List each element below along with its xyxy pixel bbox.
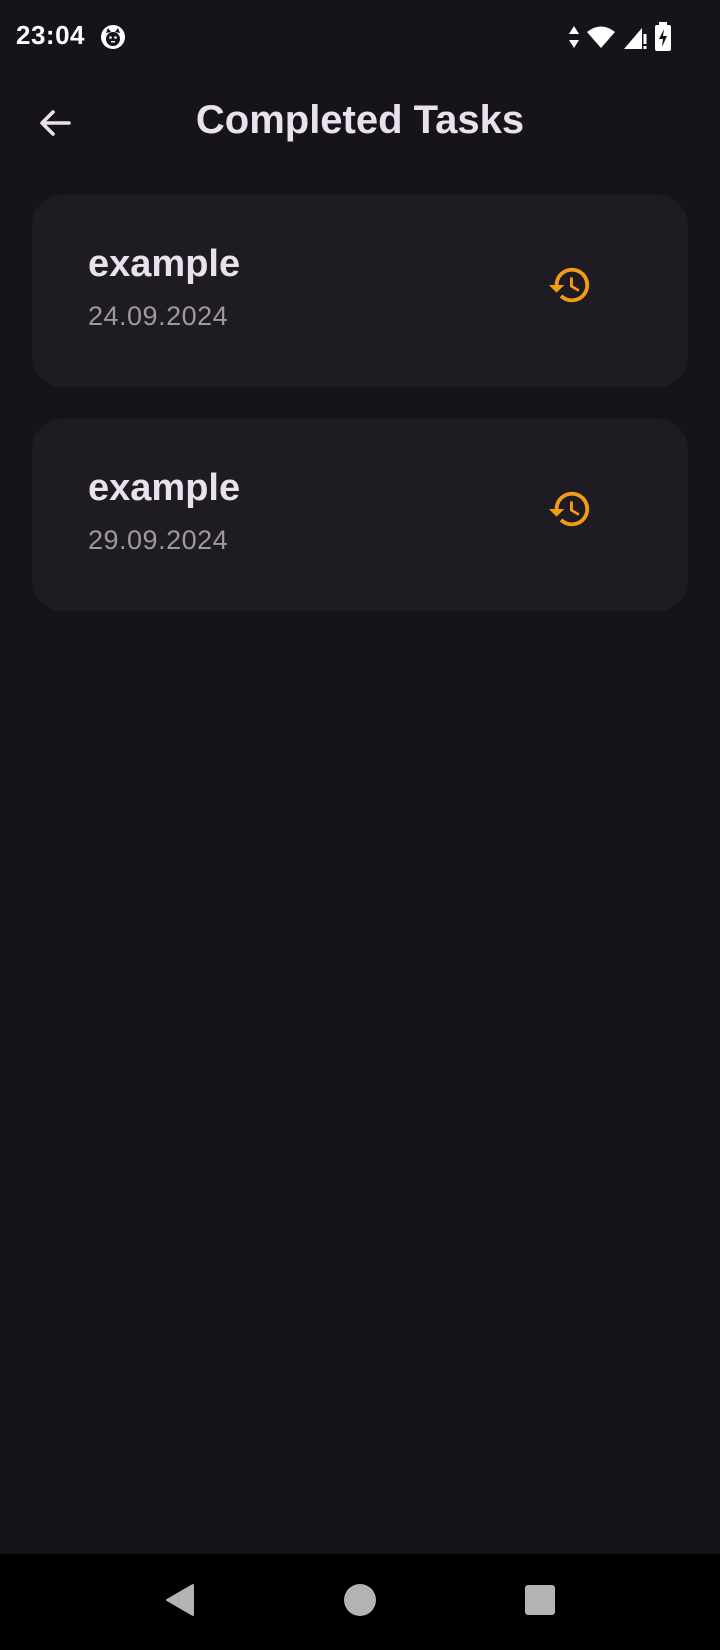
data-arrows-icon bbox=[568, 25, 580, 49]
completed-tasks-screen: 23:04 Completed Tasks example 24.09.2024… bbox=[0, 0, 720, 1650]
task-card[interactable]: example 29.09.2024 bbox=[32, 419, 688, 611]
nav-recents-button[interactable] bbox=[512, 1574, 568, 1630]
cat-face-icon bbox=[100, 24, 126, 50]
task-title: example bbox=[88, 467, 241, 509]
battery-charging-icon bbox=[654, 22, 672, 52]
status-icons bbox=[568, 22, 672, 52]
back-triangle-icon bbox=[162, 1582, 198, 1623]
recents-square-icon bbox=[523, 1583, 557, 1622]
restore-history-icon bbox=[547, 262, 593, 313]
wifi-icon bbox=[586, 25, 616, 49]
completed-task-list: example 24.09.2024 example 29.09.2024 bbox=[32, 195, 688, 643]
nav-back-button[interactable] bbox=[152, 1574, 208, 1630]
cell-signal-icon bbox=[622, 24, 648, 50]
nav-home-button[interactable] bbox=[332, 1574, 388, 1630]
task-date: 29.09.2024 bbox=[88, 525, 229, 555]
restore-task-button[interactable] bbox=[540, 481, 600, 541]
restore-task-button[interactable] bbox=[540, 257, 600, 317]
system-navigation-bar bbox=[0, 1554, 720, 1650]
home-circle-icon bbox=[342, 1582, 378, 1623]
task-card[interactable]: example 24.09.2024 bbox=[32, 195, 688, 387]
top-app-bar: Completed Tasks bbox=[0, 78, 720, 170]
status-time: 23:04 bbox=[16, 20, 85, 50]
task-title: example bbox=[88, 243, 241, 285]
task-date: 24.09.2024 bbox=[88, 301, 229, 331]
page-title: Completed Tasks bbox=[195, 98, 525, 142]
status-bar: 23:04 bbox=[0, 0, 720, 74]
restore-history-icon bbox=[547, 486, 593, 537]
